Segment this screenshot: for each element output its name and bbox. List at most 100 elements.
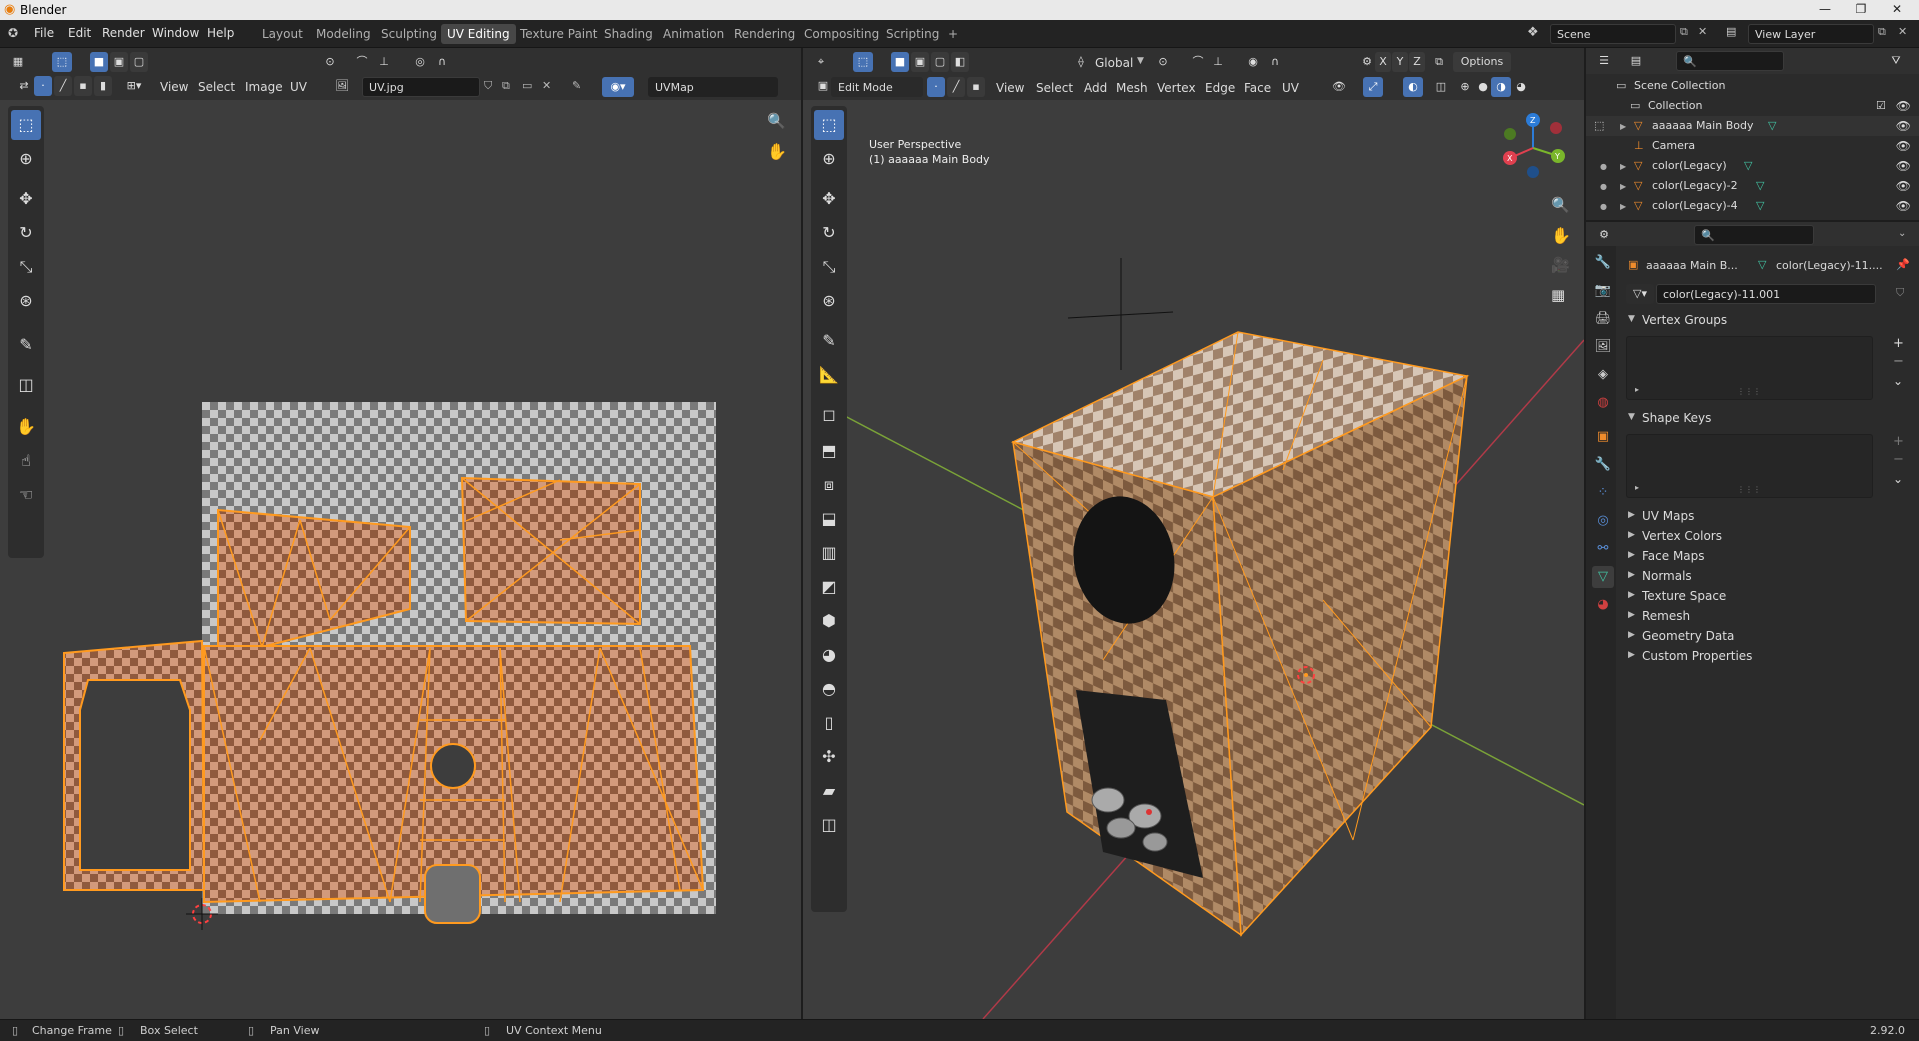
rotate-tool-icon[interactable]: ↻ (11, 218, 41, 248)
mode-dropdown[interactable]: Edit Mode (831, 77, 923, 97)
inset-tool-icon[interactable]: ⧈ (814, 470, 844, 500)
remove-scene-icon[interactable]: ✕ (1698, 25, 1707, 38)
outliner-row-camera[interactable]: ⊥ Camera 👁 (1586, 136, 1919, 156)
zoom-icon[interactable]: 🔍 (767, 112, 786, 130)
mesh-data-tab-icon[interactable]: ▽ (1592, 566, 1614, 588)
pin-icon[interactable]: 📌 (1896, 258, 1910, 271)
outliner-row-collection[interactable]: ▭ Collection ☑ 👁 (1586, 96, 1919, 116)
panel-vertex-colors[interactable]: ▶ Vertex Colors (1620, 526, 1915, 548)
snap-icon[interactable]: ⌒ (352, 52, 372, 72)
view-layer-field[interactable]: View Layer (1748, 24, 1874, 44)
proportional-falloff-icon[interactable]: ∩ (432, 52, 452, 72)
extrude-tool-icon[interactable]: ⬒ (814, 436, 844, 466)
panel-uv-maps[interactable]: ▶ UV Maps (1620, 506, 1915, 528)
resize-grip-icon[interactable]: ⋮⋮⋮ (1737, 485, 1761, 494)
maximize-button[interactable]: ❐ (1846, 2, 1876, 18)
mesh-data-field[interactable]: color(Legacy)-11.001 (1656, 284, 1876, 304)
tab-layout[interactable]: Layout (256, 24, 309, 44)
tab-uv-editing[interactable]: UV Editing (441, 24, 516, 44)
navigation-gizmo[interactable]: Z Y X (1498, 112, 1568, 182)
scale-tool-icon[interactable]: ⤡ (814, 252, 844, 282)
image-browse-icon[interactable]: 🖼 (332, 76, 352, 96)
menu-edit[interactable]: Edit (68, 26, 91, 40)
select-subtract-icon[interactable]: ▢ (130, 52, 148, 72)
mirror-icon[interactable]: ⚙ (1357, 52, 1377, 72)
mirror-y-button[interactable]: Y (1392, 52, 1408, 72)
tab-sculpting[interactable]: Sculpting (375, 24, 443, 44)
edge-slide-tool-icon[interactable]: ▯ (814, 708, 844, 738)
outliner-row-color-legacy-2[interactable]: ● ▶ ▽ color(Legacy)-2 ▽ 👁 (1586, 176, 1919, 196)
new-scene-icon[interactable]: ⧉ (1680, 25, 1688, 39)
render-tab-icon[interactable]: 📷 (1592, 280, 1614, 302)
fake-user-icon[interactable]: ⛉ (1896, 286, 1904, 300)
tab-compositing[interactable]: Compositing (798, 24, 885, 44)
poly-build-tool-icon[interactable]: ⬢ (814, 606, 844, 636)
cursor-tool-icon[interactable]: ⊕ (11, 144, 41, 174)
expand-arrow-icon[interactable]: ▶ (1620, 122, 1626, 131)
material-shading-icon[interactable]: ◑ (1491, 77, 1511, 97)
outliner-row-main-body[interactable]: ⬚ ▶ ▽ aaaaaa Main Body ▽ 👁 (1586, 116, 1919, 136)
panel-normals[interactable]: ▶ Normals (1620, 566, 1915, 588)
duplicate-image-icon[interactable]: ⧉ (502, 79, 510, 93)
select-mode-icon[interactable]: ⬚ (52, 52, 72, 72)
unlink-image-icon[interactable]: ✕ (542, 79, 551, 92)
editor-type-icon[interactable]: ⌖ (811, 52, 831, 72)
properties-editor-type-icon[interactable]: ⚙ (1594, 225, 1614, 245)
shape-keys-list[interactable]: ▸ ⋮⋮⋮ (1626, 434, 1873, 498)
add-shape-key-button[interactable]: + (1893, 434, 1904, 449)
select-box-tool-icon[interactable]: ⬚ (814, 110, 844, 140)
resize-grip-icon[interactable]: ⋮⋮⋮ (1737, 387, 1761, 396)
world-tab-icon[interactable]: ◍ (1592, 392, 1614, 414)
menu-file[interactable]: File (34, 26, 54, 40)
uv-canvas[interactable] (0, 100, 801, 1019)
expand-arrow-icon[interactable]: ▶ (1620, 182, 1626, 191)
transform-orientation[interactable]: Global (1095, 56, 1133, 70)
vp-menu-mesh[interactable]: Mesh (1116, 81, 1148, 95)
remove-shape-key-button[interactable]: − (1893, 452, 1904, 467)
outliner-editor-type-icon[interactable]: ☰ (1594, 51, 1614, 71)
pan-hand-icon[interactable]: ✋ (767, 142, 787, 161)
scene-field[interactable]: Scene (1550, 24, 1676, 44)
options-button[interactable]: Options (1453, 52, 1511, 72)
shear-tool-icon[interactable]: ▰ (814, 776, 844, 806)
solid-shading-icon[interactable]: ● (1473, 77, 1493, 97)
proportional-falloff-icon[interactable]: ∩ (1265, 52, 1285, 72)
vp-menu-vertex[interactable]: Vertex (1157, 81, 1196, 95)
add-vertex-group-button[interactable]: + (1893, 336, 1904, 351)
spin-tool-icon[interactable]: ◕ (814, 640, 844, 670)
visibility-eye-icon[interactable]: 👁 (1896, 139, 1911, 153)
add-cube-tool-icon[interactable]: ◻ (814, 400, 844, 430)
vertex-select-icon[interactable]: · (927, 77, 945, 97)
minimize-button[interactable]: — (1810, 2, 1840, 18)
vp-menu-add[interactable]: Add (1084, 81, 1107, 95)
rendered-shading-icon[interactable]: ◕ (1511, 77, 1531, 97)
uv-edge-select-icon[interactable]: ╱ (54, 76, 72, 96)
3d-viewport[interactable]: ⌖ ⬚ ■ ▣ ▢ ◧ ⟠ Global ▼ ⊙ ⌒ ⊥ ◉ ∩ ⚙ X Y Z… (803, 48, 1584, 1019)
pin-icon[interactable]: ✎ (572, 79, 581, 92)
outliner-search-input[interactable]: 🔍 (1676, 51, 1784, 71)
uv-display-icon[interactable]: ◉▾ (602, 77, 634, 97)
transform-tool-icon[interactable]: ⊛ (814, 286, 844, 316)
snap-icon[interactable]: ⌒ (1188, 52, 1208, 72)
new-view-layer-icon[interactable]: ⧉ (1878, 25, 1886, 39)
panel-vertex-groups[interactable]: ▼ Vertex Groups (1620, 310, 1915, 332)
uv-island-select-icon[interactable]: ▮ (94, 76, 112, 96)
annotate-tool-icon[interactable]: ✎ (11, 330, 41, 360)
expand-arrow-icon[interactable]: ▶ (1620, 202, 1626, 211)
panel-shape-keys[interactable]: ▼ Shape Keys (1620, 408, 1915, 430)
uv-face-select-icon[interactable]: ▪ (74, 76, 92, 96)
grab-tool-icon[interactable]: ✋ (11, 412, 41, 442)
scene-tab-icon[interactable]: ◈ (1592, 364, 1614, 386)
image-name-field[interactable]: UV.jpg (362, 77, 480, 97)
proportional-edit-icon[interactable]: ◎ (410, 52, 430, 72)
output-tab-icon[interactable]: 🖨 (1592, 308, 1614, 330)
uv-menu-select[interactable]: Select (198, 80, 235, 94)
select-mode-icon[interactable]: ⬚ (853, 52, 873, 72)
vp-menu-view[interactable]: View (996, 81, 1024, 95)
outliner-row-color-legacy[interactable]: ● ▶ ▽ color(Legacy) ▽ 👁 (1586, 156, 1919, 176)
smooth-tool-icon[interactable]: ◓ (814, 674, 844, 704)
mirror-x-button[interactable]: X (1375, 52, 1391, 72)
visibility-eye-icon[interactable]: 👁 (1896, 119, 1911, 133)
transform-tool-icon[interactable]: ⊛ (11, 286, 41, 316)
restrict-select-icon[interactable]: ⬚ (1594, 119, 1604, 132)
